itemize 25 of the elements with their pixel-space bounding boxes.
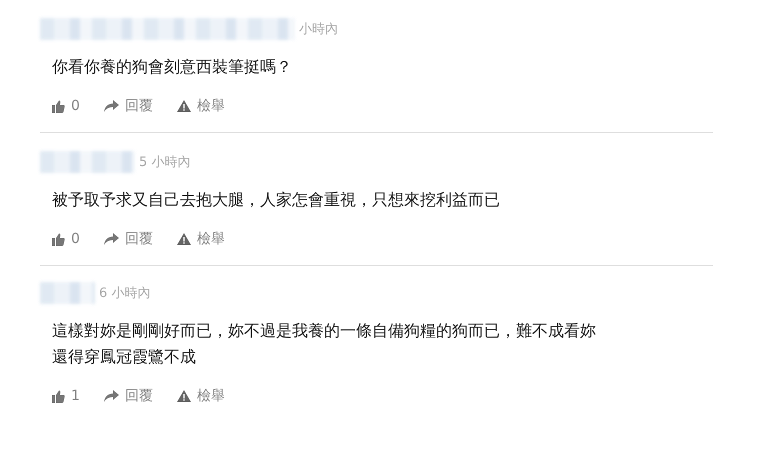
report-button[interactable]: 檢舉: [176, 97, 225, 115]
blurred-username: [40, 282, 95, 304]
comment-time: 6 小時內: [99, 285, 150, 302]
like-button[interactable]: 0: [52, 98, 80, 114]
reply-button[interactable]: 回覆: [104, 97, 153, 115]
warning-icon: [176, 100, 191, 112]
warning-icon: [176, 233, 191, 245]
warning-icon: [176, 390, 191, 402]
comment-text: 這樣對妳是剛剛好而已，妳不過是我養的一條自備狗糧的狗而已，難不成看妳 還得穿鳳冠霞鷺不成: [52, 320, 597, 368]
like-button[interactable]: 1: [52, 388, 80, 404]
reply-button[interactable]: 回覆: [104, 387, 153, 405]
comment-time: 5 小時內: [139, 154, 190, 171]
thumbs-up-icon: [52, 232, 65, 246]
report-button[interactable]: 檢舉: [176, 230, 225, 248]
forward-arrow-icon: [104, 390, 119, 402]
report-button[interactable]: 檢舉: [176, 387, 225, 405]
thumbs-up-icon: [52, 390, 65, 402]
comment-text: 你看你養的狗會刻意西裝筆挺嗎？: [52, 56, 293, 78]
forward-arrow-icon: [104, 100, 119, 112]
reply-button[interactable]: 回覆: [104, 230, 153, 248]
comment-text: 被予取予求又自己去抱大腿，人家怎會重視，只想來挖利益而已: [52, 189, 501, 211]
like-button[interactable]: 0: [52, 231, 80, 247]
comment-time: 小時內: [299, 21, 338, 38]
thumbs-up-icon: [52, 100, 65, 112]
forward-arrow-icon: [104, 233, 119, 245]
